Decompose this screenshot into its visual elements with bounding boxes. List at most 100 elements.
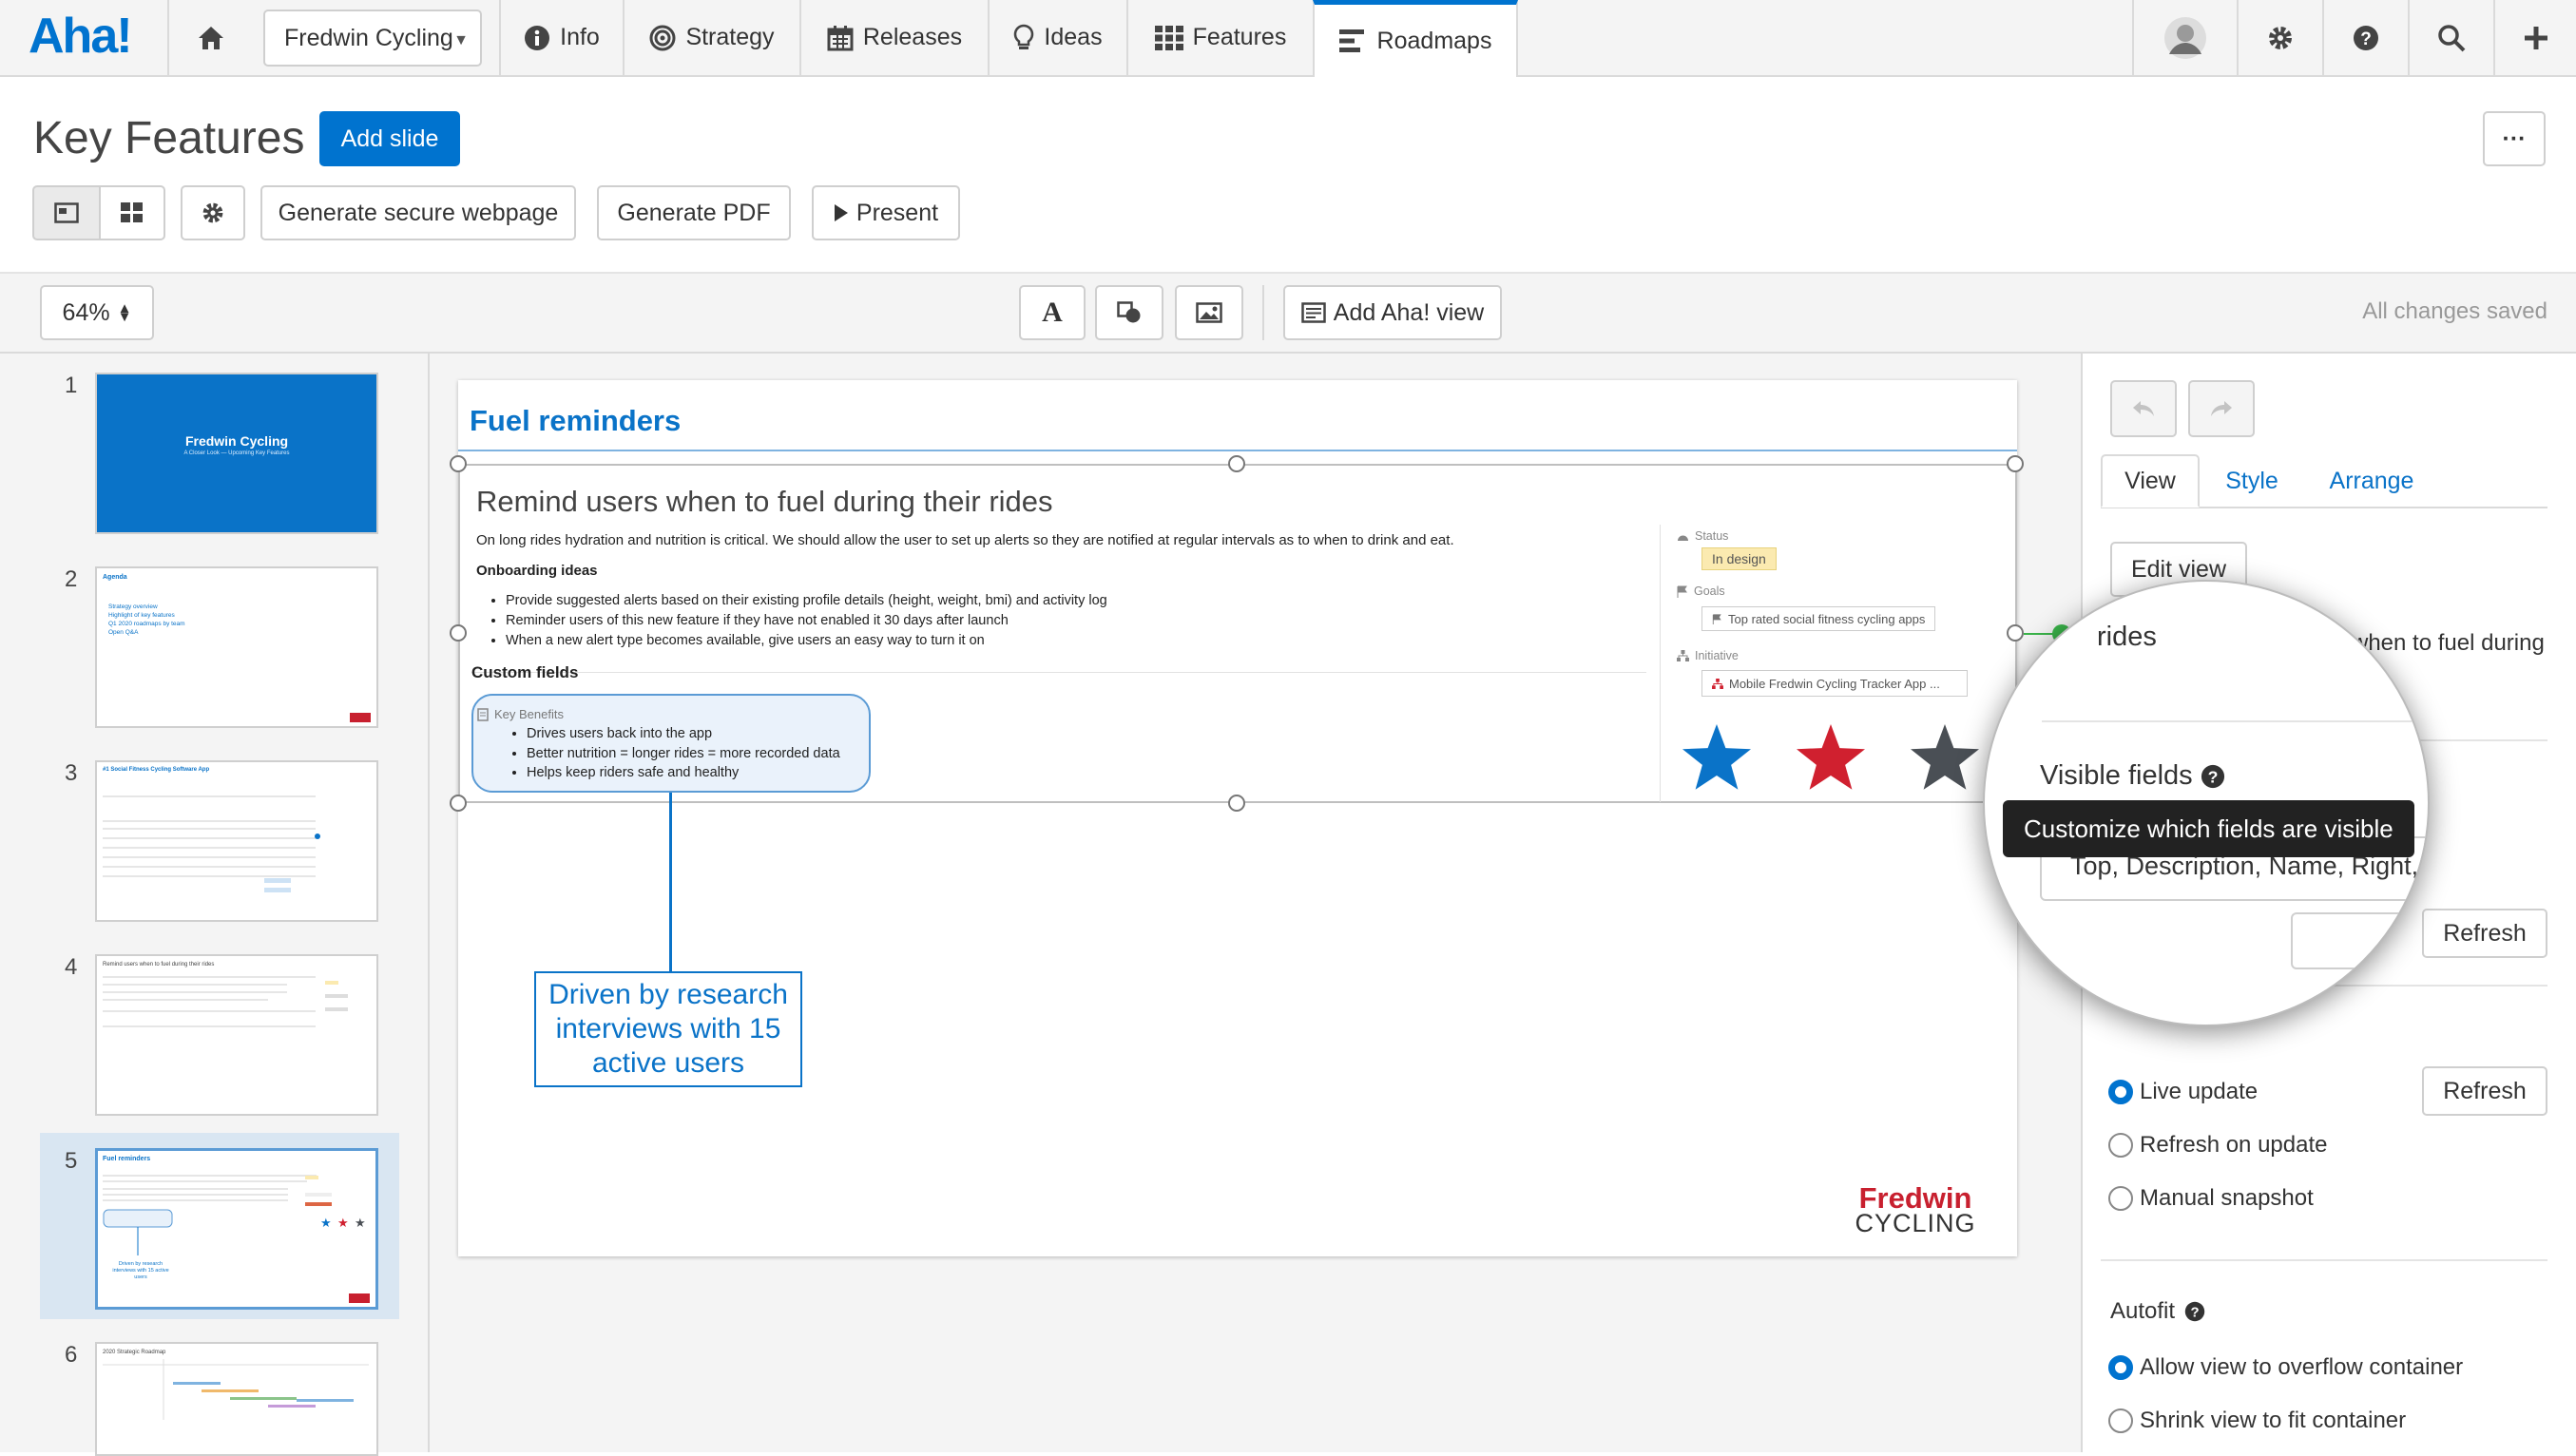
autofit-label-row: Autofit ? — [2110, 1298, 2205, 1325]
tab-roadmaps[interactable]: Roadmaps — [1313, 0, 1518, 77]
visible-fields-label-row: Visible fields ? — [2040, 760, 2225, 792]
slide-number: 3 — [65, 760, 78, 786]
top-navigation: Aha! Fredwin Cycling ▼ Info Strategy Rel… — [0, 0, 2576, 77]
refresh-fields-button[interactable]: Refresh — [2422, 909, 2547, 958]
svg-text:?: ? — [2207, 767, 2218, 786]
workspace-dropdown[interactable]: Fredwin Cycling ▼ — [263, 10, 482, 67]
home-button[interactable] — [167, 0, 253, 75]
resize-handle-top-right[interactable] — [2007, 455, 2024, 472]
slide-thumbnail-5[interactable]: Fuel reminders ★ ★ ★ Driven by research in… — [95, 1148, 378, 1310]
grid-view-button[interactable] — [99, 185, 165, 240]
tab-ideas[interactable]: Ideas — [988, 0, 1126, 75]
shrink-to-fit-label[interactable]: Shrink view to fit container — [2140, 1408, 2406, 1434]
tab-roadmaps-label: Roadmaps — [1376, 27, 1492, 54]
manual-snapshot-radio[interactable] — [2108, 1186, 2133, 1211]
help-icon[interactable]: ? — [2184, 1301, 2205, 1322]
sort-icon: ▲ ▼ — [117, 300, 132, 325]
callout-connector-line — [669, 793, 672, 971]
thumb-2-item: Open Q&A — [108, 629, 139, 636]
lightbulb-icon — [1014, 24, 1034, 49]
zoom-select[interactable]: 64% ▲ ▼ — [40, 285, 154, 340]
single-slide-view-button[interactable] — [32, 185, 101, 240]
thumb-6-roadmap-preview — [103, 1359, 369, 1420]
present-button[interactable]: Present — [812, 185, 960, 240]
resize-handle-left[interactable] — [450, 624, 467, 642]
feature-description: On long rides hydration and nutrition is… — [476, 532, 1454, 548]
refresh-on-update-label[interactable]: Refresh on update — [2140, 1132, 2327, 1159]
onboarding-heading: Onboarding ideas — [476, 563, 598, 579]
magnified-rides-text: rides — [2097, 622, 2157, 652]
search-icon — [2438, 24, 2466, 51]
undo-icon — [2133, 401, 2154, 416]
thumb-2-item: Strategy overview — [108, 603, 158, 610]
initiative-value: Mobile Fredwin Cycling Tracker App ... — [1729, 676, 1940, 691]
thumb-1-title: Fredwin Cycling — [184, 433, 289, 449]
avatar — [2164, 16, 2206, 59]
image-icon — [1196, 302, 1222, 323]
help-button[interactable]: ? — [2322, 0, 2408, 75]
search-button[interactable] — [2408, 0, 2493, 75]
shrink-to-fit-radio[interactable] — [2108, 1408, 2133, 1433]
aha-logo[interactable]: Aha! — [29, 8, 133, 65]
refresh-on-update-radio[interactable] — [2108, 1133, 2133, 1158]
magnified-divider — [2042, 720, 2428, 722]
live-update-label[interactable]: Live update — [2140, 1079, 2258, 1105]
slide-thumbnail-3[interactable]: #1 Social Fitness Cycling Software App — [95, 760, 378, 922]
magnified-refresh-button — [2291, 912, 2428, 969]
add-aha-view-button[interactable]: Add Aha! view — [1283, 285, 1502, 340]
star-gray — [1911, 724, 1979, 790]
more-options-button[interactable]: ··· — [2483, 111, 2546, 166]
slide-number: 5 — [65, 1148, 78, 1174]
generate-pdf-button[interactable]: Generate PDF — [597, 185, 791, 240]
resize-handle-bottom[interactable] — [1228, 795, 1245, 812]
add-shape-button[interactable] — [1095, 285, 1163, 340]
gear-icon — [202, 202, 223, 223]
tab-strategy[interactable]: Strategy — [623, 0, 799, 75]
flag-icon — [1677, 585, 1687, 598]
add-slide-button[interactable]: Add slide — [319, 111, 460, 166]
slide-thumbnail-6[interactable]: 2020 Strategic Roadmap — [95, 1342, 378, 1456]
tab-features[interactable]: Features — [1126, 0, 1313, 75]
undo-button[interactable] — [2110, 380, 2177, 437]
tab-info[interactable]: Info — [499, 0, 623, 75]
redo-button[interactable] — [2188, 380, 2255, 437]
add-button[interactable] — [2493, 0, 2576, 75]
add-text-button[interactable]: A — [1019, 285, 1086, 340]
redo-icon — [2211, 401, 2232, 416]
allow-overflow-radio[interactable] — [2108, 1355, 2133, 1380]
help-icon[interactable]: ? — [2201, 764, 2225, 789]
slide-title[interactable]: Fuel reminders — [470, 404, 681, 438]
manual-snapshot-label[interactable]: Manual snapshot — [2140, 1185, 2314, 1212]
target-icon — [649, 25, 676, 50]
user-avatar-button[interactable] — [2132, 0, 2237, 75]
tab-arrange[interactable]: Arrange — [2310, 454, 2433, 508]
slide-thumbnail-2[interactable]: Agenda Strategy overview Highlight of ke… — [95, 566, 378, 728]
slide-number: 6 — [65, 1342, 78, 1368]
help-icon: ? — [2354, 25, 2378, 50]
resize-handle-top-left[interactable] — [450, 455, 467, 472]
goal-chip: Top rated social fitness cycling apps — [1701, 606, 1936, 631]
hierarchy-icon — [1712, 678, 1723, 689]
resize-handle-right[interactable] — [2007, 624, 2024, 642]
live-update-radio[interactable] — [2108, 1080, 2133, 1104]
presentation-settings-button[interactable] — [181, 185, 245, 240]
tab-ideas-label: Ideas — [1044, 24, 1103, 50]
svg-text:?: ? — [2360, 29, 2372, 49]
add-image-button[interactable] — [1175, 285, 1243, 340]
tab-style[interactable]: Style — [2211, 454, 2293, 508]
tab-view[interactable]: View — [2101, 454, 2200, 508]
generate-webpage-button[interactable]: Generate secure webpage — [260, 185, 576, 240]
slide-thumbnail-1[interactable]: Fredwin Cycling A Closer Look — Upcoming… — [95, 373, 378, 534]
roadmap-icon — [1338, 29, 1364, 52]
tab-releases[interactable]: Releases — [799, 0, 988, 75]
settings-button[interactable] — [2237, 0, 2322, 75]
refresh-view-button[interactable]: Refresh — [2422, 1066, 2547, 1116]
slide-thumbnail-4[interactable]: Remind users when to fuel during their r… — [95, 954, 378, 1116]
resize-handle-bottom-left[interactable] — [450, 795, 467, 812]
tab-features-label: Features — [1192, 24, 1287, 50]
section-divider — [471, 672, 1646, 673]
callout-text-box[interactable]: Driven by research interviews with 15 ac… — [534, 971, 802, 1087]
allow-overflow-label[interactable]: Allow view to overflow container — [2140, 1354, 2463, 1381]
resize-handle-top[interactable] — [1228, 455, 1245, 472]
initiative-label: Initiative — [1695, 649, 1739, 662]
